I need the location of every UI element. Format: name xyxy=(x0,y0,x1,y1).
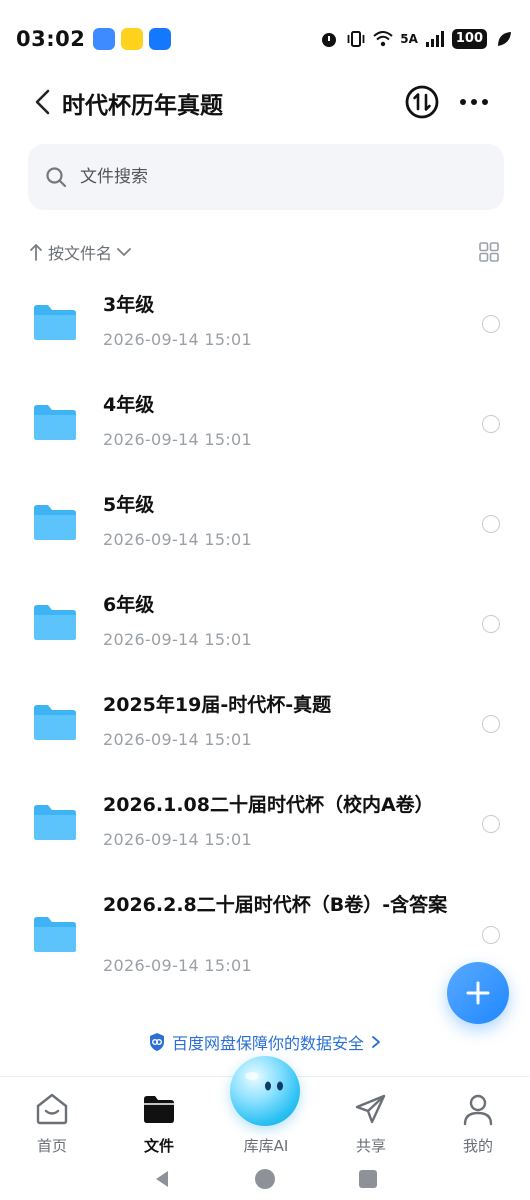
select-checkbox[interactable] xyxy=(482,615,500,633)
transfer-sort-icon[interactable] xyxy=(405,85,439,119)
nav-label-kuku-ai: 库库AI xyxy=(243,1137,289,1155)
status-indicators: 5A 100 xyxy=(319,29,514,49)
folder-date: 2026-09-14 15:01 xyxy=(103,630,252,649)
folder-icon xyxy=(34,605,76,640)
nav-label-profile: 我的 xyxy=(462,1137,493,1155)
chat-app-icon xyxy=(93,28,116,50)
leaf-icon xyxy=(498,32,511,46)
page-title: 时代杯历年真题 xyxy=(62,93,223,119)
system-back-icon[interactable] xyxy=(152,1168,172,1190)
select-checkbox[interactable] xyxy=(482,315,500,333)
folder-icon xyxy=(34,705,76,740)
search-icon xyxy=(46,167,67,188)
kuku-ai-mascot-icon[interactable] xyxy=(230,1056,300,1126)
folder-date: 2026-09-14 15:01 xyxy=(103,330,252,349)
shield-icon xyxy=(149,1033,164,1051)
folder-row[interactable]: 3年级 2026-09-14 15:01 xyxy=(0,270,530,370)
folder-name: 2026.1.08二十届时代杯（校内A卷） xyxy=(103,794,434,816)
back-icon[interactable] xyxy=(32,88,54,116)
folder-name: 6年级 xyxy=(103,594,155,616)
vibrate-icon xyxy=(347,31,365,47)
grid-view-icon[interactable] xyxy=(478,241,500,263)
status-time: 03:02 xyxy=(16,27,86,51)
sort-by-label[interactable]: 按文件名 xyxy=(48,240,112,264)
nav-item-home[interactable]: 首页 xyxy=(12,1077,92,1161)
status-bar: 03:02 5A 100 xyxy=(0,0,530,78)
nav-label-share: 共享 xyxy=(355,1137,386,1155)
select-checkbox[interactable] xyxy=(482,415,500,433)
wifi-icon xyxy=(373,31,393,47)
folder-row[interactable]: 4年级 2026-09-14 15:01 xyxy=(0,370,530,470)
home-icon xyxy=(36,1093,68,1125)
header: 时代杯历年真题 xyxy=(0,80,530,124)
nav-label-home: 首页 xyxy=(36,1137,67,1155)
security-notice[interactable]: 百度网盘保障你的数据安全 xyxy=(0,1028,530,1056)
folder-name: 4年级 xyxy=(103,394,155,416)
folder-row[interactable]: 2026.1.08二十届时代杯（校内A卷） 2026-09-14 15:01 xyxy=(0,770,530,870)
folder-name: 5年级 xyxy=(103,494,155,516)
nav-item-profile[interactable]: 我的 xyxy=(438,1077,518,1161)
search-box[interactable] xyxy=(28,144,504,210)
folder-name: 3年级 xyxy=(103,294,155,316)
alarm-icon xyxy=(322,33,337,47)
folder-row[interactable]: 2026.2.8二十届时代杯（B卷）-含答案 2026-09-14 15:01 xyxy=(0,870,530,994)
folder-name: 2026.2.8二十届时代杯（B卷）-含答案 xyxy=(103,894,448,916)
search-input[interactable] xyxy=(80,167,460,187)
security-notice-text: 百度网盘保障你的数据安全 xyxy=(171,1034,364,1053)
folder-row[interactable]: 6年级 2026-09-14 15:01 xyxy=(0,570,530,670)
yellow-app-icon xyxy=(121,28,144,50)
folder-row[interactable]: 2025年19届-时代杯-真题 2026-09-14 15:01 xyxy=(0,670,530,770)
folder-icon xyxy=(34,505,76,540)
status-app-icons xyxy=(93,28,172,50)
add-button[interactable] xyxy=(447,962,509,1024)
system-recents-icon[interactable] xyxy=(358,1169,378,1189)
folder-date: 2026-09-14 15:01 xyxy=(103,530,252,549)
sort-up-arrow-icon[interactable] xyxy=(28,242,44,262)
folder-date: 2026-09-14 15:01 xyxy=(103,430,252,449)
user-icon xyxy=(463,1094,493,1126)
nav-item-share[interactable]: 共享 xyxy=(331,1077,411,1161)
folder-icon xyxy=(34,805,76,840)
battery-level: 100 xyxy=(451,29,487,49)
folder-row[interactable]: 5年级 2026-09-14 15:01 xyxy=(0,470,530,570)
folder-icon xyxy=(34,917,76,952)
folder-icon xyxy=(34,405,76,440)
system-home-icon[interactable] xyxy=(254,1168,276,1190)
chevron-down-icon[interactable] xyxy=(116,245,132,259)
network-type: 5A xyxy=(400,32,418,46)
folder-icon xyxy=(34,305,76,340)
signal-icon xyxy=(425,31,444,47)
select-checkbox[interactable] xyxy=(482,926,500,944)
mascot-face-icon xyxy=(245,1072,283,1091)
folder-date: 2026-09-14 15:01 xyxy=(103,956,252,975)
folder-date: 2026-09-14 15:01 xyxy=(103,730,252,749)
select-checkbox[interactable] xyxy=(482,815,500,833)
send-icon xyxy=(355,1094,386,1124)
folder-date: 2026-09-14 15:01 xyxy=(103,830,252,849)
alipay-icon xyxy=(149,28,172,50)
plus-icon xyxy=(466,981,490,1005)
select-checkbox[interactable] xyxy=(482,715,500,733)
nav-label-files: 文件 xyxy=(143,1137,174,1155)
sort-bar: 按文件名 xyxy=(28,237,504,267)
select-checkbox[interactable] xyxy=(482,515,500,533)
more-options-icon[interactable] xyxy=(458,90,490,114)
chevron-right-icon xyxy=(372,1036,380,1048)
folder-filled-icon xyxy=(144,1096,174,1123)
folder-name: 2025年19届-时代杯-真题 xyxy=(103,694,332,716)
nav-item-files[interactable]: 文件 xyxy=(119,1077,199,1161)
file-list: 3年级 2026-09-14 15:01 4年级 2026-09-14 15:0… xyxy=(0,270,530,994)
system-nav-bar xyxy=(0,1160,530,1200)
